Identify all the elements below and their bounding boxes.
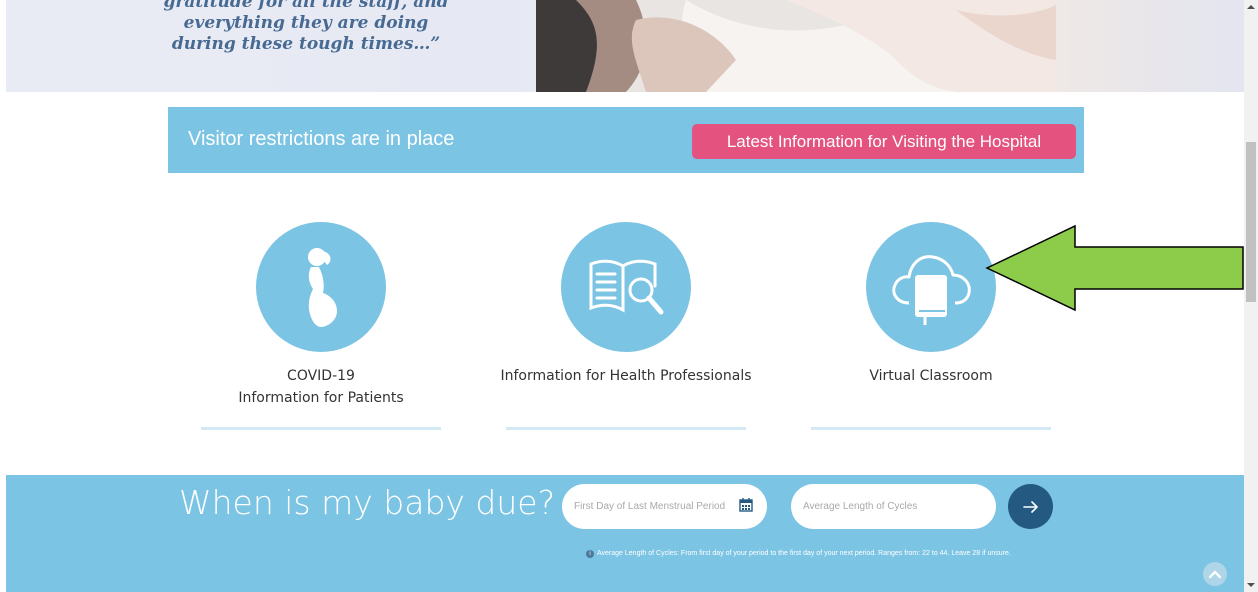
info-icon: i: [586, 550, 594, 558]
card-label-line: Information for Patients: [238, 390, 404, 406]
calculate-button[interactable]: [1008, 484, 1053, 529]
hero-quote-line: gratitude for all the staff, and: [163, 0, 449, 12]
cycle-length-input[interactable]: [791, 484, 996, 529]
scroll-up-icon: [1247, 5, 1255, 9]
cycle-length-note-text: Average Length of Cycles: From first day…: [597, 550, 1011, 557]
cloud-book-icon: [892, 255, 971, 325]
period-date-field-wrap: [562, 484, 767, 529]
card-underline: [201, 427, 441, 430]
due-date-calculator: When is my baby due? iAverage Length of …: [6, 475, 1244, 592]
annotation-arrow-icon: [985, 224, 1244, 312]
hero-banner: gratitude for all the staff, and everyth…: [6, 0, 1244, 92]
card-circle[interactable]: [561, 222, 691, 352]
card-covid-patients[interactable]: COVID-19 Information for Patients: [201, 222, 441, 432]
scroll-up-arrow[interactable]: [1244, 0, 1258, 14]
due-date-title: When is my baby due?: [179, 483, 556, 522]
calendar-icon[interactable]: [739, 498, 753, 512]
card-label[interactable]: COVID-19 Information for Patients: [161, 365, 481, 409]
arrow-right-icon: [1022, 500, 1038, 513]
pregnant-woman-icon: [308, 248, 337, 327]
scrollbar-thumb[interactable]: [1246, 142, 1256, 302]
card-label[interactable]: Virtual Classroom: [771, 365, 1091, 387]
card-label-line: Information for Health Professionals: [500, 368, 752, 384]
card-circle[interactable]: [256, 222, 386, 352]
cycle-length-note: i Average Length of Cycles: From first da…: [586, 550, 1011, 558]
card-label-line: Virtual Classroom: [869, 368, 993, 384]
visitor-restrictions-bar: Visitor restrictions are in place Latest…: [168, 107, 1084, 173]
card-circle[interactable]: [866, 222, 996, 352]
book-search-icon: [589, 259, 664, 315]
scroll-to-top-button[interactable]: [1203, 562, 1227, 586]
scroll-down-arrow[interactable]: [1244, 578, 1258, 592]
hero-quote-line: everything they are doing: [183, 13, 429, 33]
chevron-up-icon: [1209, 570, 1221, 579]
visiting-info-button[interactable]: Latest Information for Visiting the Hosp…: [692, 124, 1076, 159]
hero-photo: [536, 0, 1056, 92]
card-underline: [811, 427, 1051, 430]
hero-quote-line: during these tough times…”: [171, 34, 441, 54]
card-label[interactable]: Information for Health Professionals: [466, 365, 786, 387]
vertical-scrollbar[interactable]: [1244, 0, 1258, 592]
card-health-professionals[interactable]: Information for Health Professionals: [500, 222, 752, 432]
card-label-line: COVID-19: [287, 368, 355, 384]
period-date-input[interactable]: [562, 484, 767, 529]
visitor-restrictions-text: Visitor restrictions are in place: [188, 128, 455, 150]
scroll-down-icon: [1247, 583, 1255, 587]
card-underline: [506, 427, 746, 430]
hero-quote: gratitude for all the staff, and everyth…: [156, 0, 456, 55]
